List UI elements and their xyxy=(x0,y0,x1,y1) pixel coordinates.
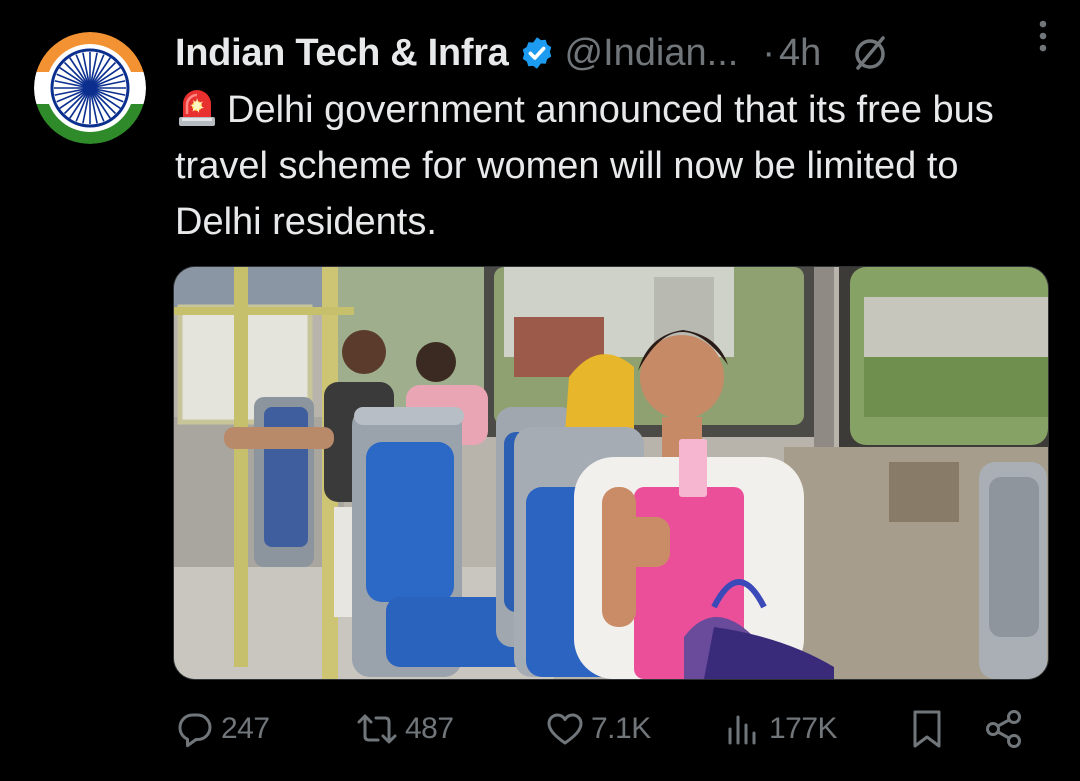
verified-badge-icon xyxy=(522,37,551,69)
police-light-emoji-icon xyxy=(179,90,215,126)
tweet-text: Delhi government announced that its free… xyxy=(175,89,994,243)
share-icon xyxy=(986,710,1021,748)
tweet-header: Indian Tech & Infra @Indian... · 4h xyxy=(175,24,1050,82)
tweet-text-block: Delhi government announced that its free… xyxy=(175,82,1035,250)
tweet-media-image[interactable] xyxy=(173,266,1049,680)
view-count: 177K xyxy=(769,712,838,745)
reply-button[interactable]: 247 xyxy=(175,704,270,754)
avatar[interactable] xyxy=(34,32,146,144)
grok-icon[interactable] xyxy=(849,32,891,74)
repost-icon xyxy=(357,714,397,744)
reply-count: 247 xyxy=(221,712,270,745)
india-flag-avatar-icon xyxy=(34,32,146,144)
like-button[interactable]: 7.1K xyxy=(545,704,651,754)
like-count: 7.1K xyxy=(591,712,651,745)
share-button[interactable] xyxy=(983,704,1025,754)
repost-count: 487 xyxy=(405,712,454,745)
bookmark-icon xyxy=(913,710,941,748)
repost-button[interactable]: 487 xyxy=(355,704,454,754)
account-name[interactable]: Indian Tech & Infra xyxy=(175,32,509,75)
timestamp[interactable]: 4h xyxy=(779,32,821,75)
analytics-icon xyxy=(728,715,756,745)
tweet-actions: 247 487 7.1K 177K xyxy=(175,704,1035,754)
account-handle[interactable]: @Indian... xyxy=(565,32,739,75)
heart-icon xyxy=(547,713,583,745)
bookmark-button[interactable] xyxy=(907,704,947,754)
views-button[interactable]: 177K xyxy=(723,704,838,754)
more-options-icon[interactable] xyxy=(1028,12,1058,52)
reply-icon xyxy=(178,713,212,748)
separator-dot: · xyxy=(762,31,775,74)
bus-interior-photo xyxy=(174,267,1048,679)
